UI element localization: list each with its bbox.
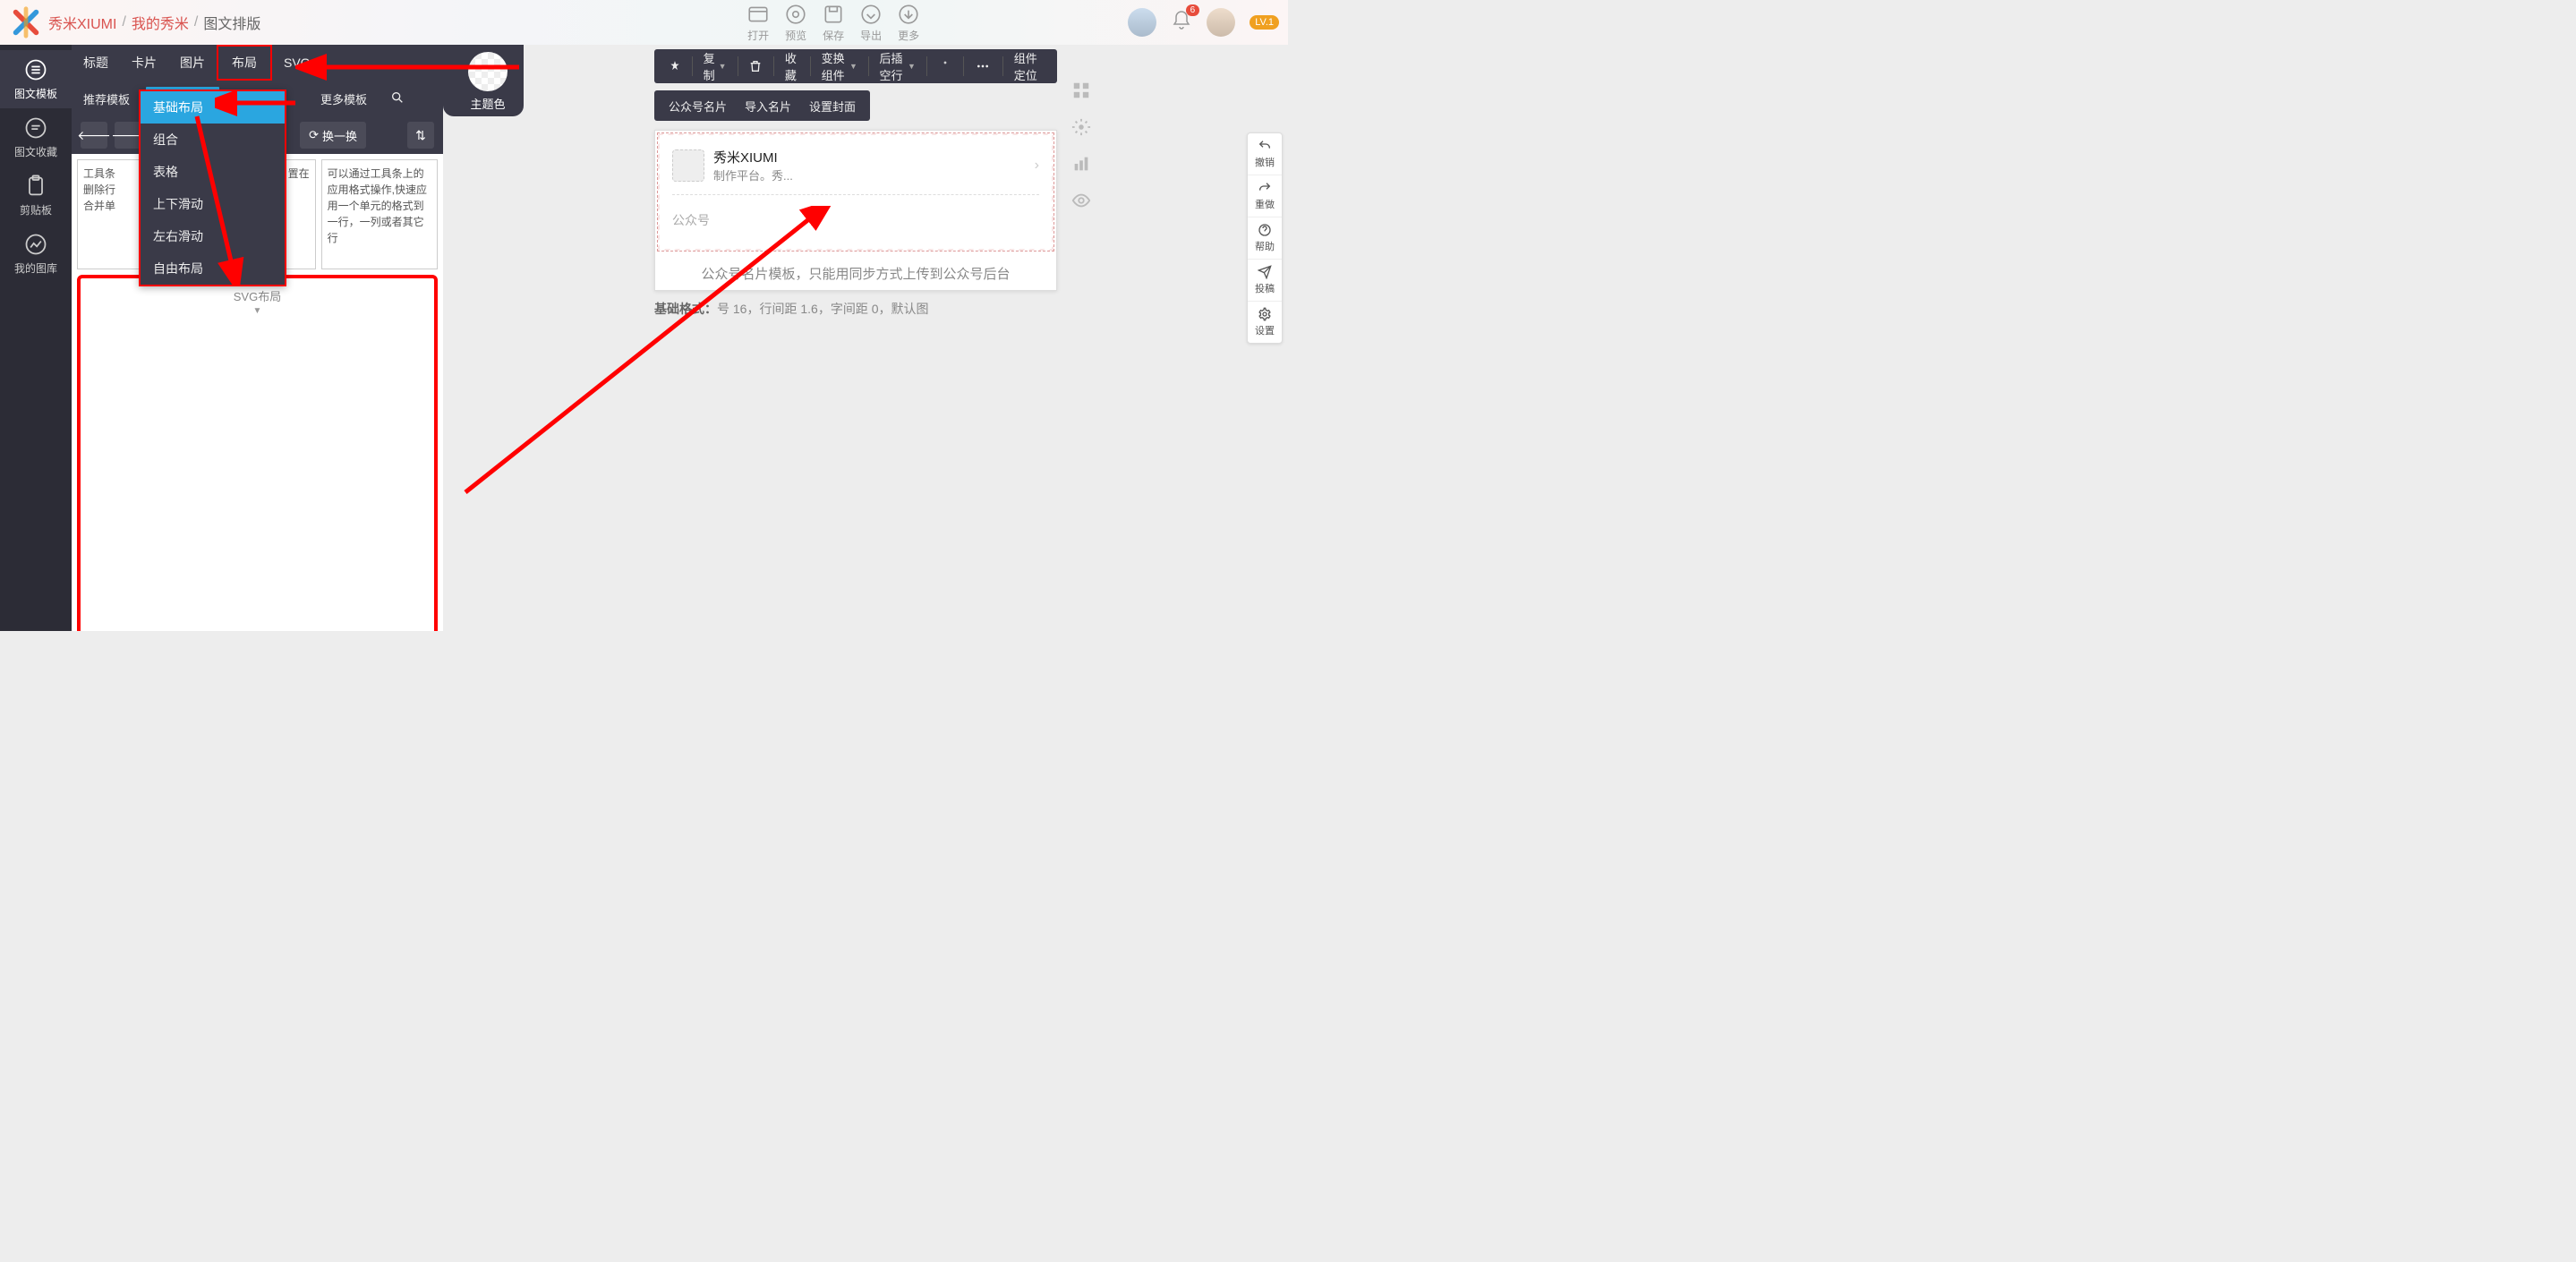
transform-button[interactable]: 变换组件▼ <box>813 49 866 83</box>
right-action-pills: 撤销 重做 帮助 投稿 设置 <box>1247 132 1283 344</box>
card-hint: 公众号名片模板，只能用同步方式上传到公众号后台 <box>657 252 1054 288</box>
breadcrumb-link-mine[interactable]: 我的秀米 <box>132 12 189 33</box>
delete-button[interactable] <box>739 49 772 83</box>
chevron-down-icon: ▼ <box>81 306 434 316</box>
import-card-button[interactable]: 导入名片 <box>736 98 800 115</box>
chevron-right-icon: › <box>1035 158 1039 174</box>
svg-layout-label: SVG布局 <box>81 287 434 304</box>
back-button[interactable]: 🡐 <box>81 122 107 149</box>
svg-layout-card[interactable]: SVG布局 ▼ <box>77 275 438 631</box>
eye-icon[interactable] <box>1071 191 1091 215</box>
dropdown-item-hscroll[interactable]: 左右滑动 <box>141 220 285 252</box>
left-sidebar: 图文模板 图文收藏 剪贴板 我的图库 <box>0 45 72 631</box>
chart-icon[interactable] <box>1071 154 1091 178</box>
set-cover-button[interactable]: 设置封面 <box>800 98 865 115</box>
dropdown-item-basic[interactable]: 基础布局 <box>141 91 285 124</box>
gear-icon[interactable] <box>1071 117 1091 141</box>
forward-button[interactable]: 🡒 <box>115 122 141 149</box>
tab-layout[interactable]: 布局 <box>217 45 272 81</box>
notification-badge: 6 <box>1186 4 1200 16</box>
layout-dropdown: 基础布局 组合 表格 上下滑动 左右滑动 自由布局 <box>139 90 286 286</box>
level-badge: LV.1 <box>1250 15 1279 30</box>
card-avatar-placeholder <box>672 149 704 182</box>
insert-blank-button[interactable]: 后插空行▼ <box>871 49 925 83</box>
card-subtitle: 制作平台。秀... <box>713 166 793 183</box>
card-toolbar: 公众号名片 导入名片 设置封面 <box>654 90 870 121</box>
top-header: 秀米XIUMI / 我的秀米 / 图文排版 打开 预览 保存 导出 更多 6 L… <box>0 0 1288 45</box>
avatar-1[interactable] <box>1128 8 1156 37</box>
undo-button[interactable]: 撤销 <box>1248 133 1282 175</box>
checker-icon <box>468 52 508 91</box>
canvas-area: 复制▼ 收藏 变换组件▼ 后插空行▼ 组件定位 公众号名片 导入名片 设置封面 … <box>654 49 1057 291</box>
pin-icon[interactable] <box>660 49 690 83</box>
grid-icon[interactable] <box>1071 81 1091 105</box>
preview-button[interactable]: 预览 <box>784 3 807 43</box>
copy-button[interactable]: 复制▼ <box>695 49 736 83</box>
sidebar-item-clipboard[interactable]: 剪贴板 <box>0 166 72 225</box>
sidebar-item-favorites[interactable]: 图文收藏 <box>0 108 72 166</box>
dropdown-item-table[interactable]: 表格 <box>141 156 285 188</box>
namecard-button[interactable]: 公众号名片 <box>660 98 736 115</box>
redo-button[interactable]: 重做 <box>1248 175 1282 217</box>
avatar-2[interactable] <box>1207 8 1235 37</box>
locate-button[interactable]: 组件定位 <box>1005 49 1052 83</box>
breadcrumb-link-home[interactable]: 秀米XIUMI <box>48 12 116 33</box>
tab-title[interactable]: 标题 <box>72 45 120 81</box>
submit-button[interactable]: 投稿 <box>1248 260 1282 302</box>
search-icon[interactable] <box>379 90 416 107</box>
more-icon[interactable] <box>965 49 1001 83</box>
dropdown-item-free[interactable]: 自由布局 <box>141 252 285 285</box>
tab-image[interactable]: 图片 <box>168 45 217 81</box>
namecard-component[interactable]: 秀米XIUMI 制作平台。秀... › 公众号 公众号名片模板，只能用同步方式上… <box>654 130 1057 291</box>
help-button[interactable]: 帮助 <box>1248 217 1282 260</box>
save-button[interactable]: 保存 <box>822 3 845 43</box>
sort-button[interactable]: ⇅ <box>407 122 434 149</box>
breadcrumb-sep: / <box>194 14 198 30</box>
open-button[interactable]: 打开 <box>746 3 770 43</box>
theme-color-button[interactable]: 主题色 <box>456 52 519 112</box>
logo-icon <box>9 5 43 39</box>
dropdown-item-combo[interactable]: 组合 <box>141 124 285 156</box>
breadcrumb: 秀米XIUMI / 我的秀米 / 图文排版 <box>48 12 260 33</box>
refresh-button[interactable]: ⟳换一换 <box>300 122 366 149</box>
sidebar-item-templates[interactable]: 图文模板 <box>0 50 72 108</box>
breadcrumb-current: 图文排版 <box>203 12 260 33</box>
more-button[interactable]: 更多 <box>897 3 920 43</box>
template-card-3[interactable]: 可以通过工具条上的应用格式操作,快速应用一个单元的格式到一行，一列或者其它行 <box>321 159 438 269</box>
export-button[interactable]: 导出 <box>859 3 883 43</box>
dropdown-item-vscroll[interactable]: 上下滑动 <box>141 188 285 220</box>
tab-svg[interactable]: SVG <box>272 45 322 81</box>
subtab-more[interactable]: 更多模板 <box>309 90 379 107</box>
favorite-button[interactable]: 收藏 <box>776 49 808 83</box>
right-mini-icons <box>1071 81 1091 215</box>
sidebar-item-gallery[interactable]: 我的图库 <box>0 225 72 283</box>
notifications-button[interactable]: 6 <box>1171 10 1192 36</box>
account-input[interactable]: 公众号 <box>672 204 710 236</box>
settings-button[interactable]: 设置 <box>1248 302 1282 343</box>
component-toolbar: 复制▼ 收藏 变换组件▼ 后插空行▼ 组件定位 <box>654 49 1057 83</box>
subtab-recommended[interactable]: 推荐模板 <box>72 90 141 107</box>
card-title: 秀米XIUMI <box>713 148 793 166</box>
breadcrumb-sep: / <box>122 14 125 30</box>
base-format-label: 基础格式：号 16，行间距 1.6，字间距 0，默认图 <box>654 300 929 318</box>
tab-card[interactable]: 卡片 <box>120 45 168 81</box>
magic-icon[interactable] <box>929 49 961 83</box>
